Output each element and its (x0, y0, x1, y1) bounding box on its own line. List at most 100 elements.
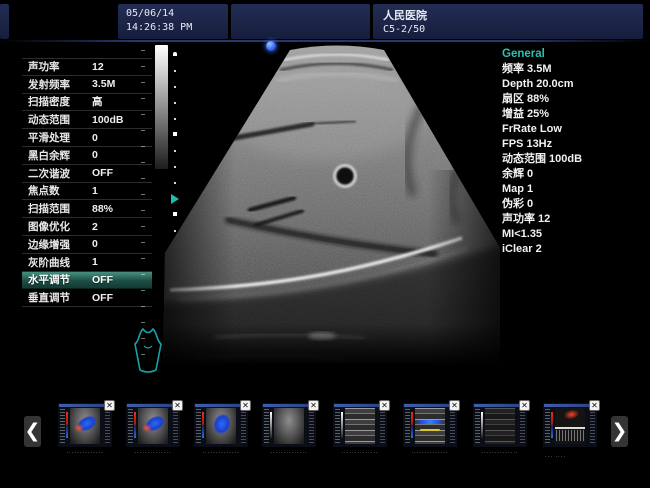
info-sector: 扇区 88% (502, 92, 647, 107)
param-row-gray-curve[interactable]: 灰阶曲线 1 (22, 254, 152, 272)
info-fps: FPS 13Hz (502, 137, 647, 152)
thumb-right-annotations (450, 409, 455, 443)
thumb-caption: ··· ···· (545, 454, 613, 460)
thumbnail-1[interactable]: ✕ ·············· (58, 403, 112, 447)
close-icon[interactable]: ✕ (519, 400, 530, 411)
close-icon[interactable]: ✕ (449, 400, 460, 411)
close-icon[interactable]: ✕ (172, 400, 183, 411)
param-row-edge-enhance[interactable]: 边缘增强 0 (22, 236, 152, 254)
thumb-image (485, 408, 515, 444)
header-logo-box (0, 4, 9, 39)
param-row-vertical-adjust[interactable]: 垂直调节 OFF (22, 289, 152, 307)
thumb-left-annotations (196, 409, 201, 443)
param-row-horizontal-adjust-selected[interactable]: 水平调节OFF (22, 272, 152, 290)
param-row-tx-frequency[interactable]: 发射频率3.5M (22, 76, 152, 94)
info-iclear: iClear 2 (502, 242, 647, 257)
thumb-right-annotations (380, 409, 385, 443)
us-tissue-features (160, 40, 505, 385)
thumb-left-annotations (264, 409, 269, 443)
close-icon[interactable]: ✕ (589, 400, 600, 411)
param-label: 边缘增强 (28, 237, 70, 252)
info-acoustic-power: 声功率 12 (502, 212, 647, 227)
param-value: 100dB (92, 114, 124, 126)
thumb-caption: ·············· (255, 450, 323, 456)
close-icon[interactable]: ✕ (104, 400, 115, 411)
param-label: 平滑处理 (28, 130, 70, 145)
thumb-image (206, 408, 236, 444)
param-value: OFF (92, 292, 113, 304)
thumbnail-4[interactable]: ✕ ·············· (262, 403, 316, 447)
param-label: 扫描范围 (28, 201, 70, 216)
thumbnail-3[interactable]: ✕ ·············· (194, 403, 248, 447)
param-value: 1 (92, 256, 98, 268)
thumbnail-5[interactable]: ✕ ·············· (333, 403, 387, 447)
hospital-name: 人民医院 (383, 7, 643, 23)
parameter-panel: 声功率12 发射频率3.5M 扫描密度高 动态范围100dB 平滑处理0 黑白余… (22, 58, 152, 307)
param-value: 0 (92, 238, 98, 250)
general-info-panel: General 频率 3.5M Depth 20.0cm 扇区 88% 增益 2… (502, 47, 647, 257)
close-icon[interactable]: ✕ (379, 400, 390, 411)
param-label: 声功率 (28, 59, 60, 74)
thumbnails-next-button[interactable]: ❯ (611, 416, 628, 447)
param-label: 二次谐波 (28, 166, 70, 181)
param-label: 灰阶曲线 (28, 255, 70, 270)
ultrasound-image[interactable] (160, 40, 505, 385)
param-row-harmonic[interactable]: 二次谐波OFF (22, 165, 152, 183)
param-label: 动态范围 (28, 112, 70, 127)
param-row-focus-count[interactable]: 焦点数1 (22, 183, 152, 201)
thumb-colorbar (202, 412, 204, 438)
thumbnail-8[interactable]: ✕ ··· ···· (543, 403, 597, 447)
info-pseudo-color: 伪彩 0 (502, 197, 647, 212)
thumb-colorbar (66, 412, 68, 438)
param-label: 扫描密度 (28, 94, 70, 109)
close-icon[interactable]: ✕ (308, 400, 319, 411)
info-depth: Depth 20.0cm (502, 77, 647, 92)
param-label: 图像优化 (28, 219, 70, 234)
param-row-scan-density[interactable]: 扫描密度 高 (22, 94, 152, 112)
thumb-caption: ·············· (119, 450, 187, 456)
param-value: 高 (92, 94, 103, 109)
header-hospital-box: 人民医院 C5-2/50 (373, 4, 643, 39)
info-frequency: 频率 3.5M (502, 62, 647, 77)
depth-tick-column (141, 50, 145, 362)
thumb-left-annotations (405, 409, 410, 443)
param-row-scan-range[interactable]: 扫描范围88% (22, 200, 152, 218)
thumb-image (138, 408, 168, 444)
header-datetime-box: 05/06/14 14:26:38 PM (118, 4, 228, 39)
thumb-colorbar (551, 412, 553, 438)
info-panel-title: General (502, 47, 647, 62)
info-frame-rate: FrRate Low (502, 122, 647, 137)
thumb-right-annotations (520, 409, 525, 443)
thumbnails-prev-button[interactable]: ❮ (24, 416, 41, 447)
thumb-image (274, 408, 304, 444)
thumb-caption: ·············· (187, 450, 255, 456)
thumb-left-annotations (335, 409, 340, 443)
param-value: 3.5M (92, 78, 115, 90)
thumb-left-annotations (60, 409, 65, 443)
param-row-smoothing[interactable]: 平滑处理0 (22, 129, 152, 147)
info-mi: MI<1.35 (502, 227, 647, 242)
thumb-image (415, 408, 445, 444)
param-row-image-optimize[interactable]: 图像优化2 (22, 218, 152, 236)
param-label: 垂直调节 (28, 290, 70, 305)
thumbnail-7[interactable]: ✕ ·············· (473, 403, 527, 447)
thumb-caption: ·············· (466, 450, 534, 456)
close-icon[interactable]: ✕ (240, 400, 251, 411)
thumb-left-annotations (128, 409, 133, 443)
thumb-caption: ·············· (396, 450, 464, 456)
thumbnail-6[interactable]: ✕ ·············· (403, 403, 457, 447)
param-row-bw-persistence[interactable]: 黑白余辉0 (22, 147, 152, 165)
thumb-caption: ·············· (326, 450, 394, 456)
thumb-colorbar (481, 412, 483, 438)
probe-model: C5-2/50 (383, 23, 643, 37)
info-dynamic-range: 动态范围 100dB (502, 152, 647, 167)
thumb-right-annotations (173, 409, 178, 443)
thumbnail-2[interactable]: ✕ ·············· (126, 403, 180, 447)
thumb-colorbar (134, 412, 136, 438)
param-value: 12 (92, 61, 104, 73)
param-label: 黑白余辉 (28, 148, 70, 163)
param-row-dynamic-range[interactable]: 动态范围 100dB (22, 111, 152, 129)
param-row-acoustic-power[interactable]: 声功率 12 (22, 58, 152, 76)
param-label: 焦点数 (28, 183, 60, 198)
thumb-image (345, 408, 375, 444)
